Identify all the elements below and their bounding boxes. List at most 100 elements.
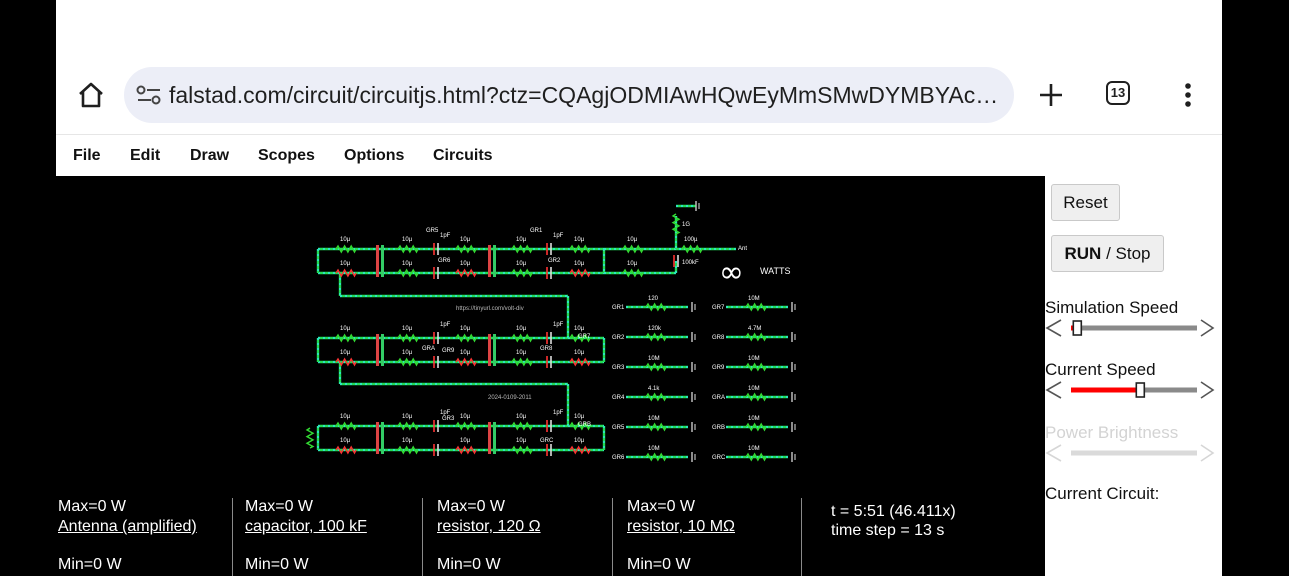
- menu-options[interactable]: Options: [344, 147, 404, 165]
- component-label: 100kF: [682, 260, 699, 266]
- scope-min: Min=0 W: [58, 556, 122, 573]
- power-brightness-slider: [1045, 444, 1215, 462]
- transformer-coil: [493, 334, 496, 366]
- component-label: 10µ: [574, 326, 585, 332]
- circuit-canvas[interactable]: 10µ 10µ 10µ 10µ 10µ 10µ 10µ 10µ 10µ 10µ 1pF 1pF 10µ 1…: [56, 176, 1045, 498]
- resistor: [645, 362, 667, 372]
- run-label: RUN: [1064, 244, 1102, 263]
- menu-file[interactable]: File: [73, 147, 101, 165]
- component-label: 10µ: [340, 414, 351, 420]
- browser-viewport: falstad.com/circuit/circuitjs.html?ctz=C…: [56, 0, 1222, 576]
- reset-button[interactable]: Reset: [1051, 184, 1120, 221]
- component-label: 10M: [748, 356, 760, 362]
- resistor: [511, 421, 533, 431]
- resistor: [511, 445, 533, 455]
- transformer-coil: [376, 245, 379, 277]
- resistor: [671, 213, 681, 235]
- scope-min: Min=0 W: [437, 556, 501, 573]
- transformer-coil: [376, 334, 379, 366]
- component-label: 10M: [648, 446, 660, 452]
- scope-strip: Max=0 W Antenna (amplified) Min=0 W Max=…: [56, 498, 1045, 576]
- scope-resistor-10m[interactable]: Max=0 W resistor, 10 MΩ Min=0 W: [625, 498, 802, 576]
- resistor: [335, 244, 357, 254]
- transformer-coil: [488, 245, 491, 277]
- component-label: GRA: [422, 346, 435, 352]
- scope-title[interactable]: Antenna (amplified): [58, 518, 197, 536]
- resistor: [745, 332, 767, 342]
- component-label: GR3: [612, 365, 625, 371]
- tab-switcher-button[interactable]: 13: [1106, 81, 1130, 105]
- home-icon[interactable]: [76, 80, 106, 110]
- resistor: [511, 244, 533, 254]
- component-label: 10µ: [516, 438, 527, 444]
- component-label: GR4: [612, 395, 625, 401]
- simulation-speed-slider[interactable]: [1045, 317, 1215, 339]
- component-label: 10µ: [340, 237, 351, 243]
- resistor: [455, 421, 477, 431]
- left-black-bar: [0, 0, 56, 576]
- menu-scopes[interactable]: Scopes: [258, 147, 315, 165]
- component-label: 10µ: [340, 261, 351, 267]
- simulation-speed-label: Simulation Speed: [1045, 298, 1179, 317]
- component-label: 4.7M: [748, 326, 761, 332]
- component-label: 1pF: [553, 410, 564, 416]
- component-label: 10µ: [516, 326, 527, 332]
- component-label: 10µ: [460, 350, 471, 356]
- transformer-coil: [381, 245, 384, 277]
- transformer-coil: [381, 334, 384, 366]
- resistor: [397, 357, 419, 367]
- transformer-coil: [488, 422, 491, 454]
- url-text[interactable]: falstad.com/circuit/circuitjs.html?ctz=C…: [169, 81, 1007, 109]
- circuit-diagram[interactable]: 10µ 10µ 10µ 10µ 10µ 10µ 10µ 10µ 10µ 10µ 1pF 1pF 10µ 1…: [56, 176, 1045, 498]
- component-label: 10µ: [460, 326, 471, 332]
- scope-resistor-120[interactable]: Max=0 W resistor, 120 Ω Min=0 W: [435, 498, 613, 576]
- chevron-right-icon: [1200, 381, 1215, 399]
- resistor: [569, 244, 591, 254]
- component-label: 1G: [682, 222, 690, 228]
- resistor: [569, 445, 591, 455]
- more-options-icon[interactable]: [1176, 80, 1200, 110]
- new-tab-icon[interactable]: [1036, 80, 1066, 110]
- component-label: 10µ: [627, 237, 638, 243]
- site-settings-icon[interactable]: [136, 83, 162, 107]
- resistor: [745, 452, 767, 462]
- resistor: [645, 302, 667, 312]
- resistor: [455, 445, 477, 455]
- resistor: [645, 452, 667, 462]
- component-label: GR3: [442, 416, 455, 422]
- scope-capacitor[interactable]: Max=0 W capacitor, 100 kF Min=0 W: [243, 498, 423, 576]
- resistor: [305, 427, 315, 449]
- scope-title[interactable]: capacitor, 100 kF: [245, 518, 367, 536]
- component-label: 10M: [748, 416, 760, 422]
- resistor: [455, 357, 477, 367]
- current-speed-slider[interactable]: [1045, 379, 1215, 401]
- resistor: [335, 333, 357, 343]
- transformer-coil: [488, 334, 491, 366]
- component-label: GRB: [578, 422, 591, 428]
- component-label: 10µ: [340, 438, 351, 444]
- component-label: 10M: [748, 296, 760, 302]
- component-label: 10M: [648, 356, 660, 362]
- resistor: [745, 422, 767, 432]
- resistor: [511, 357, 533, 367]
- menu-draw[interactable]: Draw: [190, 147, 229, 165]
- menu-circuits[interactable]: Circuits: [433, 147, 493, 165]
- component-label: GR2: [612, 335, 625, 341]
- scope-title[interactable]: resistor, 10 MΩ: [627, 518, 735, 536]
- component-label: 10µ: [574, 237, 585, 243]
- address-bar[interactable]: falstad.com/circuit/circuitjs.html?ctz=C…: [124, 67, 1014, 123]
- power-unit: WATTS: [760, 266, 791, 276]
- run-stop-button[interactable]: RUN / Stop: [1051, 235, 1164, 272]
- component-label: 120: [648, 296, 659, 302]
- resistor: [569, 357, 591, 367]
- component-label: 10µ: [402, 438, 413, 444]
- component-label: 10µ: [516, 237, 527, 243]
- scope-antenna[interactable]: Max=0 W Antenna (amplified) Min=0 W: [56, 498, 233, 576]
- scope-max: Max=0 W: [245, 498, 314, 515]
- resistor: [745, 362, 767, 372]
- component-label: 10µ: [574, 350, 585, 356]
- component-label: 1pF: [553, 233, 564, 239]
- scope-title[interactable]: resistor, 120 Ω: [437, 518, 541, 536]
- menu-edit[interactable]: Edit: [130, 147, 160, 165]
- component-label: 10µ: [516, 414, 527, 420]
